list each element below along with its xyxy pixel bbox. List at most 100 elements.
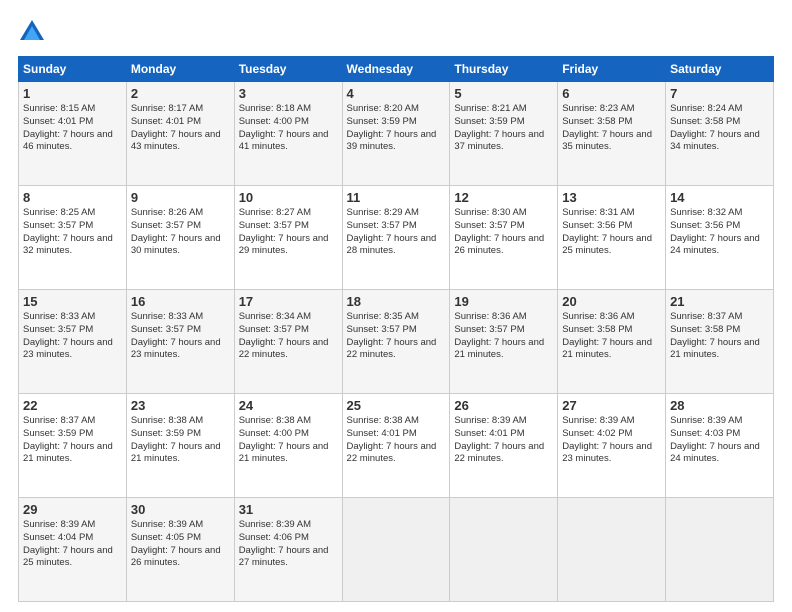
day-info: Sunrise: 8:38 AMSunset: 3:59 PMDaylight:… (131, 415, 230, 466)
day-info: Sunrise: 8:38 AMSunset: 4:00 PMDaylight:… (239, 415, 338, 466)
day-info: Sunrise: 8:39 AMSunset: 4:02 PMDaylight:… (562, 415, 661, 466)
day-cell: 19 Sunrise: 8:36 AMSunset: 3:57 PMDayligh… (450, 290, 558, 394)
header-friday: Friday (558, 57, 666, 82)
day-number: 24 (239, 398, 338, 413)
day-cell: 28 Sunrise: 8:39 AMSunset: 4:03 PMDayligh… (666, 394, 774, 498)
day-number: 27 (562, 398, 661, 413)
header (18, 18, 774, 46)
day-info: Sunrise: 8:36 AMSunset: 3:57 PMDaylight:… (454, 311, 553, 362)
day-info: Sunrise: 8:33 AMSunset: 3:57 PMDaylight:… (23, 311, 122, 362)
day-info: Sunrise: 8:27 AMSunset: 3:57 PMDaylight:… (239, 207, 338, 258)
week-row-4: 22 Sunrise: 8:37 AMSunset: 3:59 PMDayligh… (19, 394, 774, 498)
day-number: 19 (454, 294, 553, 309)
day-cell: 16 Sunrise: 8:33 AMSunset: 3:57 PMDayligh… (126, 290, 234, 394)
day-info: Sunrise: 8:39 AMSunset: 4:01 PMDaylight:… (454, 415, 553, 466)
header-saturday: Saturday (666, 57, 774, 82)
day-number: 31 (239, 502, 338, 517)
day-number: 8 (23, 190, 122, 205)
header-monday: Monday (126, 57, 234, 82)
day-cell (450, 498, 558, 602)
day-info: Sunrise: 8:24 AMSunset: 3:58 PMDaylight:… (670, 103, 769, 154)
day-info: Sunrise: 8:23 AMSunset: 3:58 PMDaylight:… (562, 103, 661, 154)
day-number: 5 (454, 86, 553, 101)
day-info: Sunrise: 8:38 AMSunset: 4:01 PMDaylight:… (347, 415, 446, 466)
day-cell: 5 Sunrise: 8:21 AMSunset: 3:59 PMDaylight… (450, 82, 558, 186)
day-info: Sunrise: 8:39 AMSunset: 4:03 PMDaylight:… (670, 415, 769, 466)
day-cell: 20Sunrise: 8:36 AMSunset: 3:58 PMDayligh… (558, 290, 666, 394)
day-cell: 27 Sunrise: 8:39 AMSunset: 4:02 PMDayligh… (558, 394, 666, 498)
day-cell: 18 Sunrise: 8:35 AMSunset: 3:57 PMDayligh… (342, 290, 450, 394)
day-cell: 30Sunrise: 8:39 AMSunset: 4:05 PMDayligh… (126, 498, 234, 602)
day-cell: 23Sunrise: 8:38 AMSunset: 3:59 PMDayligh… (126, 394, 234, 498)
day-info: Sunrise: 8:29 AMSunset: 3:57 PMDaylight:… (347, 207, 446, 258)
day-cell: 10 Sunrise: 8:27 AMSunset: 3:57 PMDayligh… (234, 186, 342, 290)
day-number: 20 (562, 294, 661, 309)
day-cell: 21 Sunrise: 8:37 AMSunset: 3:58 PMDayligh… (666, 290, 774, 394)
day-number: 9 (131, 190, 230, 205)
calendar-header-row: SundayMondayTuesdayWednesdayThursdayFrid… (19, 57, 774, 82)
day-cell: 22 Sunrise: 8:37 AMSunset: 3:59 PMDayligh… (19, 394, 127, 498)
day-number: 18 (347, 294, 446, 309)
day-number: 12 (454, 190, 553, 205)
header-tuesday: Tuesday (234, 57, 342, 82)
day-cell: 6 Sunrise: 8:23 AMSunset: 3:58 PMDaylight… (558, 82, 666, 186)
day-number: 14 (670, 190, 769, 205)
header-sunday: Sunday (19, 57, 127, 82)
page-container: SundayMondayTuesdayWednesdayThursdayFrid… (0, 0, 792, 612)
day-cell (558, 498, 666, 602)
day-cell: 15 Sunrise: 8:33 AMSunset: 3:57 PMDayligh… (19, 290, 127, 394)
day-info: Sunrise: 8:39 AMSunset: 4:04 PMDaylight:… (23, 519, 122, 570)
day-cell: 11 Sunrise: 8:29 AMSunset: 3:57 PMDayligh… (342, 186, 450, 290)
day-number: 16 (131, 294, 230, 309)
day-number: 1 (23, 86, 122, 101)
day-cell: 14Sunrise: 8:32 AMSunset: 3:56 PMDayligh… (666, 186, 774, 290)
day-number: 25 (347, 398, 446, 413)
day-cell: 24 Sunrise: 8:38 AMSunset: 4:00 PMDayligh… (234, 394, 342, 498)
day-info: Sunrise: 8:34 AMSunset: 3:57 PMDaylight:… (239, 311, 338, 362)
day-info: Sunrise: 8:37 AMSunset: 3:58 PMDaylight:… (670, 311, 769, 362)
day-number: 21 (670, 294, 769, 309)
day-info: Sunrise: 8:20 AMSunset: 3:59 PMDaylight:… (347, 103, 446, 154)
day-number: 4 (347, 86, 446, 101)
day-number: 22 (23, 398, 122, 413)
day-info: Sunrise: 8:35 AMSunset: 3:57 PMDaylight:… (347, 311, 446, 362)
day-info: Sunrise: 8:21 AMSunset: 3:59 PMDaylight:… (454, 103, 553, 154)
week-row-2: 8 Sunrise: 8:25 AMSunset: 3:57 PMDaylight… (19, 186, 774, 290)
day-cell: 17 Sunrise: 8:34 AMSunset: 3:57 PMDayligh… (234, 290, 342, 394)
calendar-table: SundayMondayTuesdayWednesdayThursdayFrid… (18, 56, 774, 602)
day-info: Sunrise: 8:31 AMSunset: 3:56 PMDaylight:… (562, 207, 661, 258)
logo-icon (18, 18, 46, 46)
day-info: Sunrise: 8:39 AMSunset: 4:06 PMDaylight:… (239, 519, 338, 570)
day-number: 11 (347, 190, 446, 205)
day-info: Sunrise: 8:30 AMSunset: 3:57 PMDaylight:… (454, 207, 553, 258)
logo (18, 18, 50, 46)
day-info: Sunrise: 8:33 AMSunset: 3:57 PMDaylight:… (131, 311, 230, 362)
header-thursday: Thursday (450, 57, 558, 82)
day-number: 28 (670, 398, 769, 413)
day-cell: 31 Sunrise: 8:39 AMSunset: 4:06 PMDayligh… (234, 498, 342, 602)
day-number: 15 (23, 294, 122, 309)
day-cell: 8 Sunrise: 8:25 AMSunset: 3:57 PMDaylight… (19, 186, 127, 290)
day-info: Sunrise: 8:37 AMSunset: 3:59 PMDaylight:… (23, 415, 122, 466)
day-cell: 7 Sunrise: 8:24 AMSunset: 3:58 PMDaylight… (666, 82, 774, 186)
day-number: 17 (239, 294, 338, 309)
day-number: 10 (239, 190, 338, 205)
day-cell: 4 Sunrise: 8:20 AMSunset: 3:59 PMDaylight… (342, 82, 450, 186)
day-number: 29 (23, 502, 122, 517)
day-cell: 13 Sunrise: 8:31 AMSunset: 3:56 PMDayligh… (558, 186, 666, 290)
week-row-3: 15 Sunrise: 8:33 AMSunset: 3:57 PMDayligh… (19, 290, 774, 394)
day-cell: 1 Sunrise: 8:15 AMSunset: 4:01 PMDaylight… (19, 82, 127, 186)
day-cell: 12 Sunrise: 8:30 AMSunset: 3:57 PMDayligh… (450, 186, 558, 290)
day-number: 3 (239, 86, 338, 101)
day-cell: 3Sunrise: 8:18 AMSunset: 4:00 PMDaylight… (234, 82, 342, 186)
week-row-1: 1 Sunrise: 8:15 AMSunset: 4:01 PMDaylight… (19, 82, 774, 186)
day-info: Sunrise: 8:25 AMSunset: 3:57 PMDaylight:… (23, 207, 122, 258)
day-info: Sunrise: 8:15 AMSunset: 4:01 PMDaylight:… (23, 103, 122, 154)
day-cell (342, 498, 450, 602)
day-number: 13 (562, 190, 661, 205)
day-number: 30 (131, 502, 230, 517)
day-cell: 9Sunrise: 8:26 AMSunset: 3:57 PMDaylight… (126, 186, 234, 290)
day-number: 6 (562, 86, 661, 101)
day-cell: 29 Sunrise: 8:39 AMSunset: 4:04 PMDayligh… (19, 498, 127, 602)
day-number: 7 (670, 86, 769, 101)
